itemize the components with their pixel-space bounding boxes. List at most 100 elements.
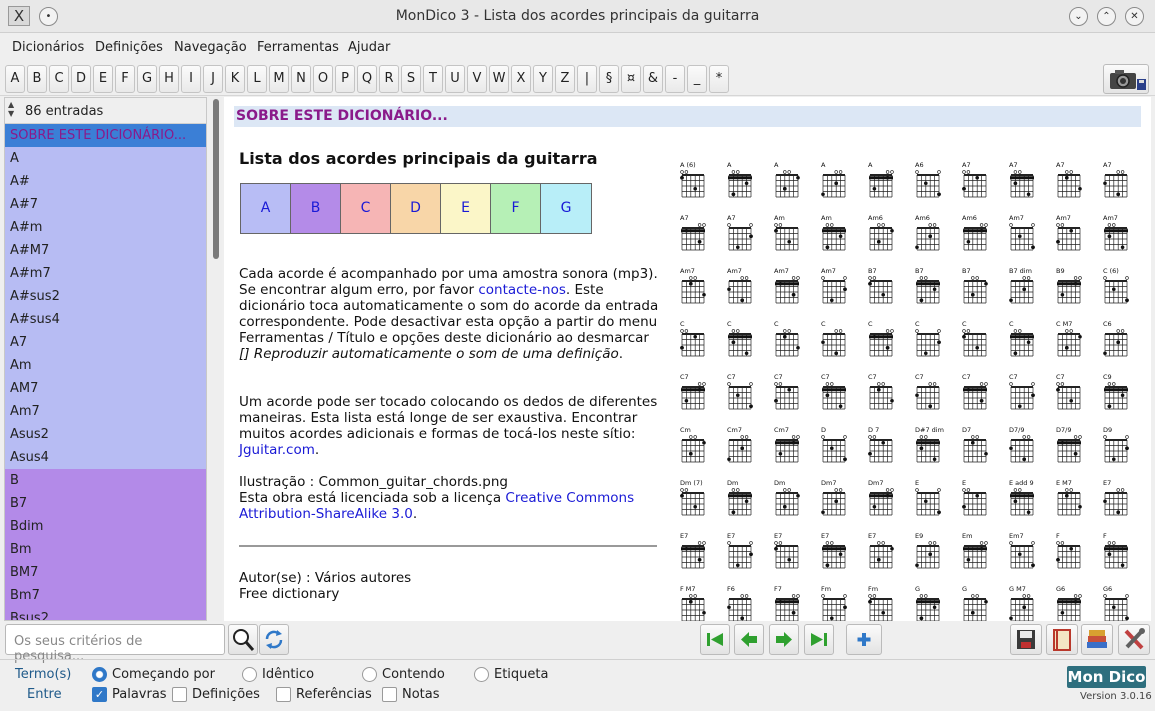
menu-definicoes[interactable]: Definições <box>95 40 163 55</box>
list-item[interactable]: A#m7 <box>5 262 206 285</box>
checkbox-definitions[interactable] <box>172 687 187 702</box>
letter-button[interactable]: S <box>401 65 421 93</box>
letter-button[interactable]: § <box>599 65 619 93</box>
list-item[interactable]: A#7 <box>5 193 206 216</box>
letter-button[interactable]: O <box>313 65 333 93</box>
list-item[interactable]: Bsus2 <box>5 607 206 620</box>
tools-icon[interactable] <box>1118 624 1150 655</box>
previous-entry-button[interactable] <box>734 624 764 655</box>
camera-icon[interactable] <box>1103 64 1149 94</box>
radio-contains-label[interactable]: Contendo <box>382 667 445 682</box>
close-button[interactable]: ✕ <box>1125 7 1144 26</box>
list-item[interactable]: Bdim <box>5 515 206 538</box>
letter-button[interactable]: D <box>71 65 91 93</box>
radio-identical[interactable] <box>242 667 257 682</box>
list-item[interactable]: Am7 <box>5 400 206 423</box>
list-item[interactable]: SOBRE ESTE DICIONÁRIO... <box>5 124 206 147</box>
list-item[interactable]: B7 <box>5 492 206 515</box>
letter-button[interactable]: | <box>577 65 597 93</box>
letter-button[interactable]: ¤ <box>621 65 641 93</box>
letter-button[interactable]: V <box>467 65 487 93</box>
list-item[interactable]: BM7 <box>5 561 206 584</box>
radio-starts-with-label[interactable]: Começando por <box>112 667 215 682</box>
letter-button[interactable]: G <box>137 65 157 93</box>
checkbox-words[interactable]: ✓ <box>92 687 107 702</box>
contact-link[interactable]: contacte-nos <box>478 282 566 298</box>
checkbox-references[interactable] <box>276 687 291 702</box>
letter-button[interactable]: X <box>511 65 531 93</box>
chord-label: F6 <box>727 585 735 593</box>
radio-contains[interactable] <box>362 667 377 682</box>
minimize-button[interactable]: ⌄ <box>1069 7 1088 26</box>
first-entry-button[interactable] <box>700 624 730 655</box>
letter-button[interactable]: K <box>225 65 245 93</box>
letter-button[interactable]: L <box>247 65 267 93</box>
letter-button[interactable]: C <box>49 65 69 93</box>
list-item[interactable]: Asus4 <box>5 446 206 469</box>
next-entry-button[interactable] <box>769 624 799 655</box>
list-item[interactable]: Am <box>5 354 206 377</box>
checkbox-notes-label[interactable]: Notas <box>402 687 440 702</box>
list-item[interactable]: A#m <box>5 216 206 239</box>
radio-tag-label[interactable]: Etiqueta <box>494 667 548 682</box>
refresh-icon[interactable] <box>259 624 289 655</box>
books-icon[interactable] <box>1081 624 1113 655</box>
letter-button[interactable]: B <box>27 65 47 93</box>
letter-button[interactable]: I <box>181 65 201 93</box>
letter-button[interactable]: F <box>115 65 135 93</box>
letter-button[interactable]: M <box>269 65 289 93</box>
menu-dicionarios[interactable]: Dicionários <box>12 40 84 55</box>
letter-button[interactable]: H <box>159 65 179 93</box>
letter-button[interactable]: P <box>335 65 355 93</box>
maximize-button[interactable]: ⌃ <box>1097 7 1116 26</box>
radio-tag[interactable] <box>474 667 489 682</box>
letter-button[interactable]: N <box>291 65 311 93</box>
checkbox-definitions-label[interactable]: Definições <box>192 687 260 702</box>
letter-button[interactable]: _ <box>687 65 707 93</box>
menu-ferramentas[interactable]: Ferramentas <box>257 40 339 55</box>
letter-button[interactable]: & <box>643 65 663 93</box>
letter-button[interactable]: Q <box>357 65 377 93</box>
jguitar-link[interactable]: Jguitar.com <box>239 442 315 458</box>
checkbox-words-label[interactable]: Palavras <box>112 687 167 702</box>
list-item[interactable]: Asus2 <box>5 423 206 446</box>
list-item[interactable]: A#sus2 <box>5 285 206 308</box>
letter-button[interactable]: U <box>445 65 465 93</box>
letter-button[interactable]: J <box>203 65 223 93</box>
search-icon[interactable] <box>228 624 258 655</box>
letter-button[interactable]: E <box>93 65 113 93</box>
list-item[interactable]: A#M7 <box>5 239 206 262</box>
checkbox-references-label[interactable]: Referências <box>296 687 372 702</box>
letter-button[interactable]: R <box>379 65 399 93</box>
list-item[interactable]: AM7 <box>5 377 206 400</box>
sort-spinner-icon[interactable]: ▲ ▼ <box>8 100 14 118</box>
list-item[interactable]: A <box>5 147 206 170</box>
checkbox-notes[interactable] <box>382 687 397 702</box>
list-item[interactable]: Bm <box>5 538 206 561</box>
letter-button[interactable]: Z <box>555 65 575 93</box>
menu-navegacao[interactable]: Navegação <box>174 40 247 55</box>
letter-button[interactable]: - <box>665 65 685 93</box>
radio-identical-label[interactable]: Idêntico <box>262 667 314 682</box>
list-item[interactable]: Bm7 <box>5 584 206 607</box>
illustration-credit: Ilustração : Common_guitar_chords.png <box>239 474 508 490</box>
search-input[interactable]: Os seus critérios de pesquisa... <box>5 624 225 664</box>
letter-button[interactable]: Y <box>533 65 553 93</box>
last-entry-button[interactable] <box>804 624 834 655</box>
list-item[interactable]: B <box>5 469 206 492</box>
scrollbar-thumb[interactable] <box>213 99 219 259</box>
list-item[interactable]: A# <box>5 170 206 193</box>
letter-button[interactable]: A <box>5 65 25 93</box>
save-icon[interactable] <box>1010 624 1042 655</box>
add-entry-button[interactable] <box>846 624 882 655</box>
radio-starts-with[interactable] <box>92 667 107 682</box>
book-icon[interactable] <box>1046 624 1078 655</box>
letter-button[interactable]: W <box>489 65 509 93</box>
letter-button[interactable]: T <box>423 65 443 93</box>
letter-button[interactable]: * <box>709 65 729 93</box>
menu-ajudar[interactable]: Ajudar <box>348 40 390 55</box>
entry-list[interactable]: ▲ ▼ 86 entradas SOBRE ESTE DICIONÁRIO... A… <box>4 97 207 621</box>
list-item[interactable]: A#sus4 <box>5 308 206 331</box>
list-item[interactable]: A7 <box>5 331 206 354</box>
list-scrollbar[interactable] <box>210 97 222 621</box>
